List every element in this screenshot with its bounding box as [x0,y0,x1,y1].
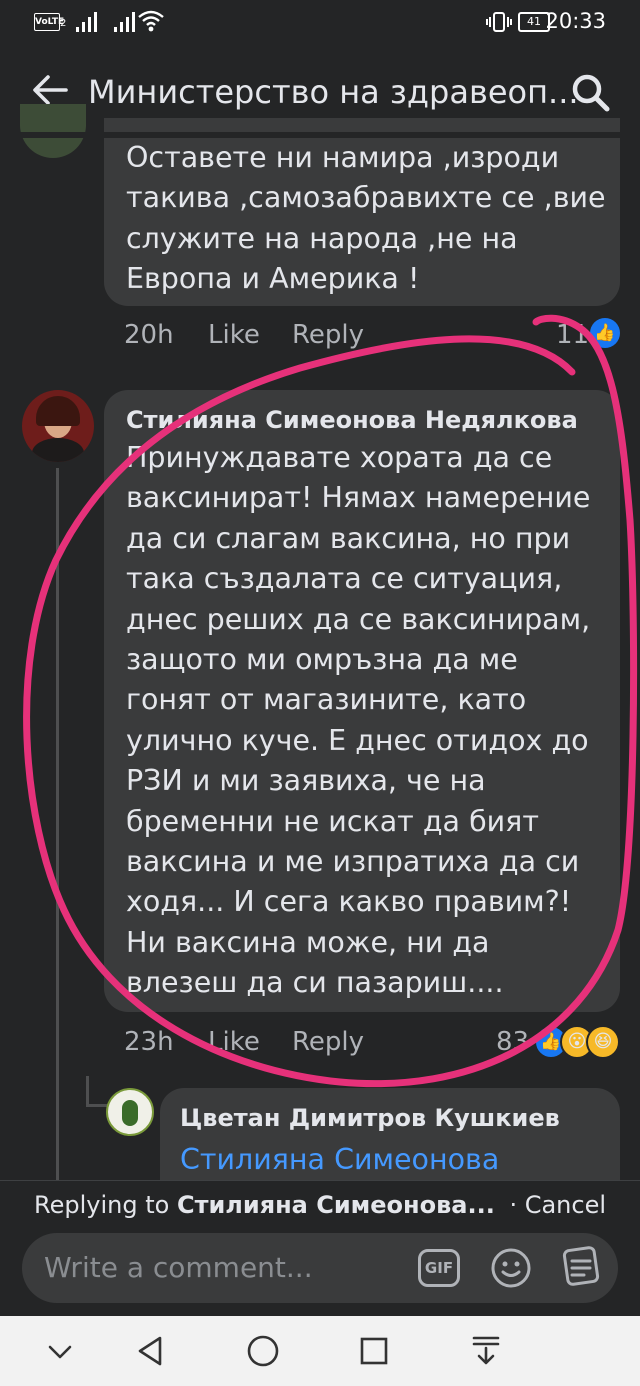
avatar[interactable] [106,1088,154,1136]
comment-line: днес реших да се ваксинирам, [126,602,591,636]
cancel-reply-button[interactable]: · Cancel [509,1191,606,1219]
comment-placeholder: Write a comment... [44,1251,313,1284]
replying-prefix: Replying to [34,1191,170,1219]
avatar[interactable] [20,104,86,158]
thread-line [86,1076,89,1106]
comment-line: РЗИ и ми заявиха, че на [126,764,486,798]
avatar-figure [122,1100,138,1126]
avatar-hair [36,396,80,426]
system-nav-bar [0,1316,640,1386]
notification-pull-icon[interactable] [470,1334,502,1368]
comment-line: улично куче. Е днес отидох до [126,723,589,757]
comment-line: Европа и Америка ! [126,262,420,296]
comment-text: Оставете ни намира ,изроди такива ,самоз… [126,138,606,300]
avatar[interactable] [22,390,94,462]
comment-line: Оставете ни намира ,изроди [126,141,560,174]
comment-line: служите на народа ,не на [126,221,518,255]
volte-indicator: VoLTE [34,13,64,31]
reaction-count: 11 [556,320,590,350]
comment-input[interactable]: Write a comment... GIF [22,1233,618,1303]
like-button[interactable]: Like [208,1027,260,1057]
comment-time: 20h [124,320,174,350]
comment-line: ваксина и ме изпратиха да си [126,845,580,879]
avatar-body [32,438,84,462]
comment-line: така създалата се ситуация, [126,562,563,596]
comment-line: бременни не искат да бият [126,804,539,838]
comment-line: защото ми омръзна да ме [126,643,518,677]
sim-index: 2 [60,18,67,29]
composer: Write a comment... GIF [0,1233,640,1313]
comment-line: ваксинират! Нямах намерение [126,481,591,515]
reaction-count: 83 [496,1027,530,1057]
recents-nav-icon[interactable] [358,1335,390,1367]
comment-author[interactable]: Стилияна Симеонова Недялкова [126,406,578,434]
like-reaction-icon[interactable]: 👍 [590,318,620,348]
replying-name: Стилияна Симеонова... [176,1191,495,1219]
sticker-icon[interactable] [560,1245,604,1289]
clock: 20:33 [545,9,606,33]
comment-time: 23h [124,1027,174,1057]
signal-icon [76,12,100,32]
reply-button[interactable]: Reply [292,1027,364,1057]
replying-bar: Replying to Стилияна Симеонова... · Canc… [0,1180,640,1233]
replying-to-label: Replying to Стилияна Симеонова... [34,1191,495,1219]
comment-line: да си слагам ваксина, но при [126,521,571,555]
signal-icon [114,12,138,32]
gif-button[interactable]: GIF [418,1249,460,1287]
comment-line: Ни ваксина може, ни да [126,925,490,959]
comment-text: Принуждавате хората да се ваксинират! Ня… [126,438,590,1004]
like-button[interactable]: Like [208,320,260,350]
chevron-down-icon[interactable] [46,1338,74,1364]
page-title: Министерство на здравеоп... [88,73,579,111]
thread-line [86,1104,108,1107]
comment-line: гонят от магазините, като [126,683,527,717]
reply-button[interactable]: Reply [292,320,364,350]
vibrate-icon [486,12,512,32]
comment-author[interactable]: Цветан Димитров Кушкиев [180,1104,560,1132]
thread-line [56,468,59,1180]
comment-line: такива ,самозабравихте се ,вие [126,181,606,215]
wifi-icon [138,10,164,32]
haha-reaction-icon: 😆 [586,1025,620,1059]
status-bar: VoLTE 2 41 20:33 [0,0,640,46]
search-icon[interactable] [568,70,612,114]
comment-line: ходя... И сега какво правим?! [126,885,572,919]
comment-line: влезеш да си пазариш.... [126,966,504,1000]
comment-bubble: Цветан Димитров Кушкиев Стилияна Симеоно… [160,1088,620,1184]
comment-bubble: Оставете ни намира ,изроди такива ,самоз… [104,118,620,306]
home-nav-icon[interactable] [246,1334,280,1368]
mention-link[interactable]: Стилияна Симеонова [180,1140,499,1180]
gif-label: GIF [424,1259,454,1277]
comment-line: Принуждавате хората да се [126,441,553,474]
emoji-icon[interactable] [490,1247,532,1289]
back-nav-icon[interactable] [136,1334,166,1368]
reactions-group[interactable]: 👍 😮 😆 [534,1025,624,1059]
comment-bubble: Стилияна Симеонова Недялкова Принуждават… [104,390,620,1012]
header-fade [0,132,640,138]
